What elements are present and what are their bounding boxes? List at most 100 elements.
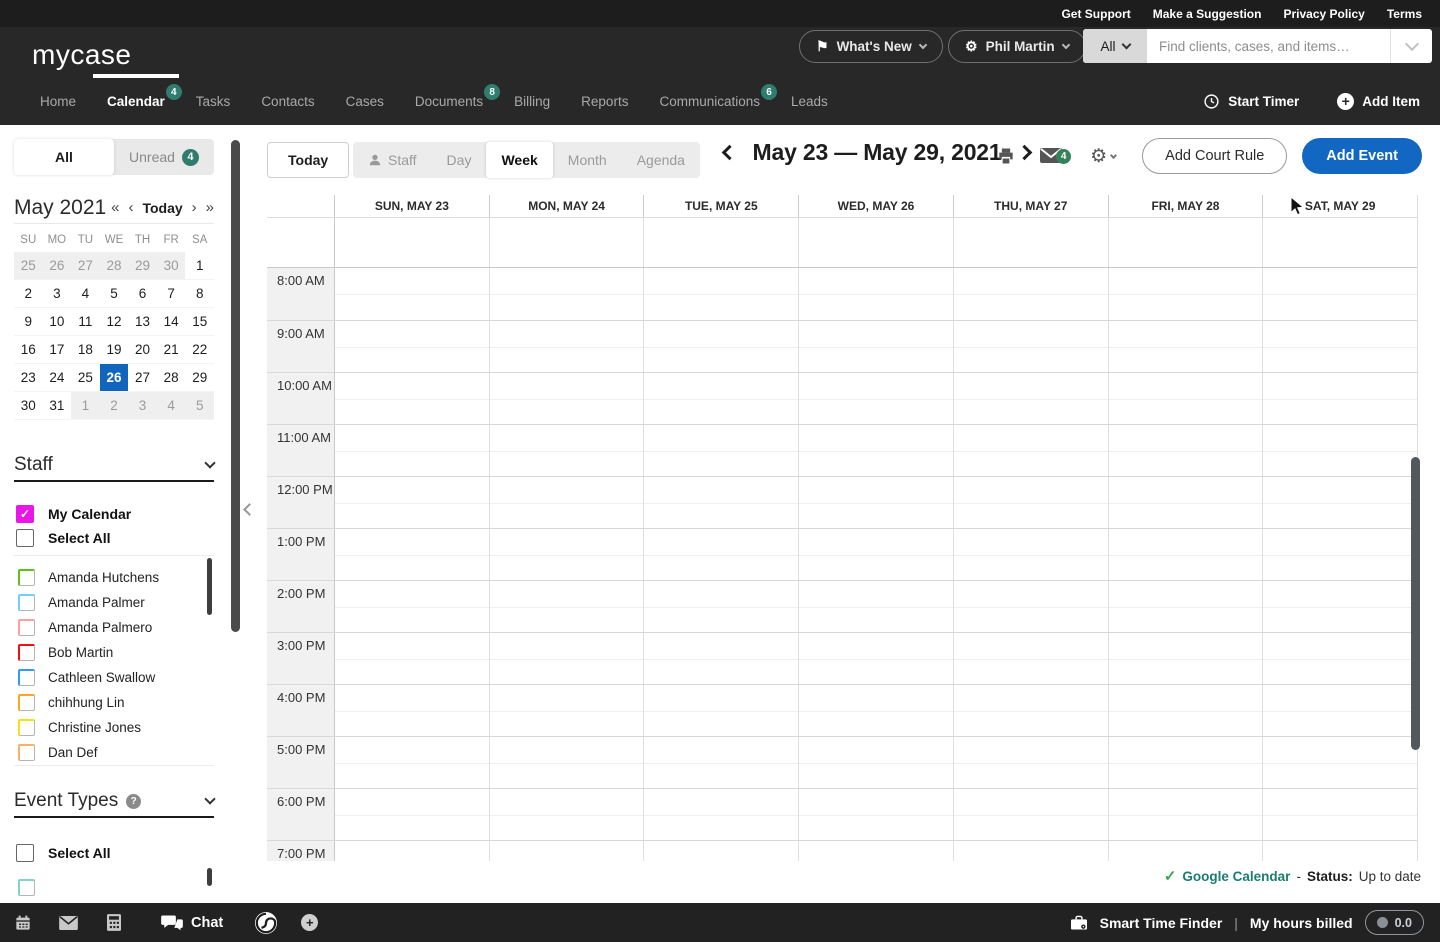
partner-logo-button[interactable] bbox=[255, 912, 277, 934]
time-cell[interactable] bbox=[489, 581, 644, 632]
time-cell[interactable] bbox=[1262, 841, 1417, 861]
time-cell[interactable] bbox=[489, 425, 644, 476]
mini-day[interactable]: 2 bbox=[100, 392, 129, 420]
time-cell[interactable] bbox=[798, 321, 953, 372]
mini-day[interactable]: 11 bbox=[71, 308, 100, 336]
mini-day[interactable]: 5 bbox=[185, 392, 214, 420]
mini-day[interactable]: 20 bbox=[128, 336, 157, 364]
mini-day[interactable]: 6 bbox=[128, 280, 157, 308]
prev-year-button[interactable]: « bbox=[111, 199, 119, 216]
time-cell[interactable] bbox=[643, 737, 798, 788]
sidebar-scrollbar[interactable] bbox=[231, 140, 240, 632]
staff-select-all-row[interactable]: Select All bbox=[16, 527, 111, 549]
time-cell[interactable] bbox=[798, 268, 953, 320]
time-cell[interactable] bbox=[953, 737, 1108, 788]
mini-day[interactable]: 4 bbox=[71, 280, 100, 308]
time-cell[interactable] bbox=[953, 373, 1108, 424]
time-cell[interactable] bbox=[798, 685, 953, 736]
time-cell[interactable] bbox=[1262, 321, 1417, 372]
time-cell[interactable] bbox=[1108, 268, 1263, 320]
topbar-link[interactable]: Privacy Policy bbox=[1283, 7, 1364, 21]
time-cell[interactable] bbox=[1108, 373, 1263, 424]
mini-day[interactable]: 22 bbox=[185, 336, 214, 364]
my-hours-billed-button[interactable]: My hours billed bbox=[1250, 915, 1353, 931]
mini-today-button[interactable]: Today bbox=[142, 200, 182, 216]
time-cell[interactable] bbox=[1108, 321, 1263, 372]
time-cell[interactable] bbox=[335, 425, 489, 476]
mycase-logo[interactable]: mycase bbox=[32, 39, 131, 71]
mini-day[interactable]: 27 bbox=[71, 252, 100, 280]
time-cell[interactable] bbox=[798, 633, 953, 684]
mini-day[interactable]: 9 bbox=[14, 308, 43, 336]
mini-day[interactable]: 14 bbox=[157, 308, 186, 336]
time-cell[interactable] bbox=[953, 425, 1108, 476]
mini-day[interactable]: 25 bbox=[14, 252, 43, 280]
mini-day[interactable]: 25 bbox=[71, 364, 100, 392]
mini-day[interactable]: 29 bbox=[185, 364, 214, 392]
time-cell[interactable] bbox=[1262, 685, 1417, 736]
calendar-sync-button[interactable]: 4 bbox=[1040, 147, 1064, 165]
mini-day[interactable]: 2 bbox=[14, 280, 43, 308]
nav-item-documents[interactable]: Documents8 bbox=[415, 77, 483, 125]
time-cell[interactable] bbox=[798, 425, 953, 476]
time-cell[interactable] bbox=[953, 633, 1108, 684]
staff-checkbox[interactable] bbox=[18, 619, 35, 636]
nav-item-communications[interactable]: Communications6 bbox=[659, 77, 760, 125]
mini-day[interactable]: 18 bbox=[71, 336, 100, 364]
time-cell[interactable] bbox=[335, 321, 489, 372]
mini-day[interactable]: 27 bbox=[128, 364, 157, 392]
nav-item-contacts[interactable]: Contacts bbox=[261, 77, 314, 125]
event-type-checkbox[interactable] bbox=[18, 879, 35, 896]
prev-month-button[interactable]: ‹ bbox=[128, 199, 133, 216]
time-cell[interactable] bbox=[489, 477, 644, 528]
staff-row[interactable]: Dan Def bbox=[18, 740, 208, 765]
today-button[interactable]: Today bbox=[267, 142, 349, 178]
all-day-cell[interactable] bbox=[643, 218, 798, 267]
my-calendar-checkbox-row[interactable]: ✓ My Calendar bbox=[16, 503, 131, 525]
time-cell[interactable] bbox=[643, 529, 798, 580]
mini-day[interactable]: 19 bbox=[100, 336, 129, 364]
time-cell[interactable] bbox=[335, 529, 489, 580]
time-cell[interactable] bbox=[1262, 425, 1417, 476]
time-cell[interactable] bbox=[489, 841, 644, 861]
time-cell[interactable] bbox=[643, 477, 798, 528]
mini-day[interactable]: 12 bbox=[100, 308, 129, 336]
next-month-button[interactable]: › bbox=[192, 199, 197, 216]
nav-item-cases[interactable]: Cases bbox=[346, 77, 384, 125]
mini-day[interactable]: 1 bbox=[185, 252, 214, 280]
mini-day[interactable]: 26 bbox=[43, 252, 72, 280]
time-cell[interactable] bbox=[335, 841, 489, 861]
staff-row[interactable]: Amanda Palmero bbox=[18, 615, 208, 640]
time-cell[interactable] bbox=[489, 373, 644, 424]
time-cell[interactable] bbox=[1108, 841, 1263, 861]
time-cell[interactable] bbox=[643, 581, 798, 632]
footer-add-button[interactable]: + bbox=[301, 914, 318, 931]
time-cell[interactable] bbox=[489, 529, 644, 580]
time-cell[interactable] bbox=[1262, 529, 1417, 580]
all-day-cell[interactable] bbox=[953, 218, 1108, 267]
time-cell[interactable] bbox=[1262, 477, 1417, 528]
time-cell[interactable] bbox=[798, 737, 953, 788]
topbar-link[interactable]: Get Support bbox=[1061, 7, 1130, 21]
topbar-link[interactable]: Terms bbox=[1387, 7, 1422, 21]
time-cell[interactable] bbox=[798, 529, 953, 580]
nav-item-home[interactable]: Home bbox=[40, 77, 76, 125]
all-day-cell[interactable] bbox=[1262, 218, 1417, 267]
time-cell[interactable] bbox=[953, 321, 1108, 372]
all-day-cell[interactable] bbox=[489, 218, 644, 267]
mini-day[interactable]: 24 bbox=[43, 364, 72, 392]
search-scope-select[interactable]: All bbox=[1083, 29, 1147, 63]
time-cell[interactable] bbox=[335, 581, 489, 632]
time-cell[interactable] bbox=[953, 529, 1108, 580]
staff-row[interactable]: Amanda Palmer bbox=[18, 590, 208, 615]
event-types-select-all-checkbox[interactable] bbox=[16, 844, 34, 862]
calendar-scrollbar[interactable] bbox=[1411, 457, 1420, 750]
time-cell[interactable] bbox=[1108, 633, 1263, 684]
add-item-button[interactable]: + Add Item bbox=[1337, 93, 1420, 110]
staff-checkbox[interactable] bbox=[18, 719, 35, 736]
time-cell[interactable] bbox=[1108, 529, 1263, 580]
mini-day-selected[interactable]: 26 bbox=[100, 364, 129, 392]
tab-all[interactable]: All bbox=[14, 139, 114, 175]
event-types-scrollbar[interactable] bbox=[207, 868, 212, 886]
time-cell[interactable] bbox=[643, 841, 798, 861]
